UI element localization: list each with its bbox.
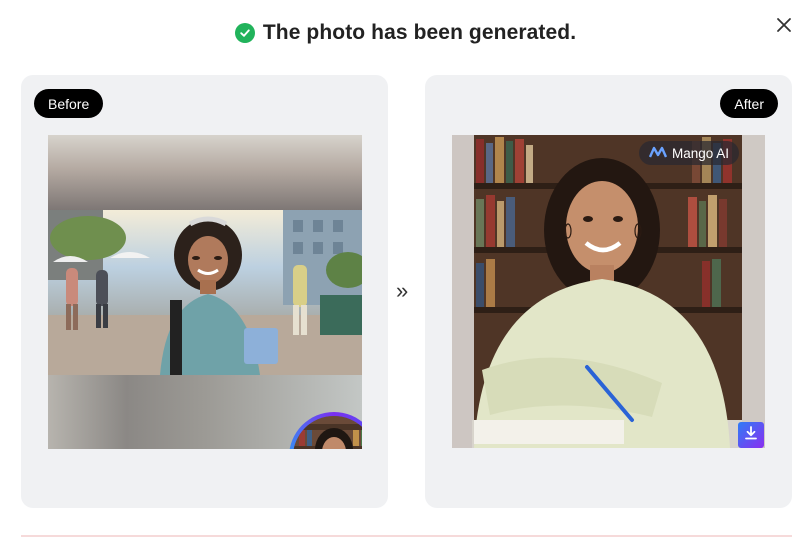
- close-icon[interactable]: [775, 16, 793, 34]
- watermark-text: Mango AI: [671, 145, 729, 161]
- generated-photo: Mango AI: [452, 135, 765, 448]
- after-label: After: [720, 89, 778, 118]
- after-panel: After Mango AI: [425, 75, 792, 508]
- blurred-fill-top: [48, 135, 362, 210]
- result-header: The photo has been generated.: [0, 14, 811, 52]
- page-title: The photo has been generated.: [262, 21, 577, 44]
- street-photo: [48, 210, 362, 375]
- check-circle-icon: [234, 23, 255, 43]
- double-chevron-right-icon: »: [396, 278, 409, 303]
- download-button[interactable]: [738, 422, 764, 448]
- before-panel: Before: [21, 75, 388, 508]
- watermark-badge: Mango AI: [638, 141, 739, 165]
- original-photo: [48, 135, 362, 449]
- download-icon: [744, 425, 758, 445]
- mango-ai-logo-icon: [648, 146, 668, 161]
- divider: [21, 535, 792, 537]
- before-label: Before: [34, 89, 104, 118]
